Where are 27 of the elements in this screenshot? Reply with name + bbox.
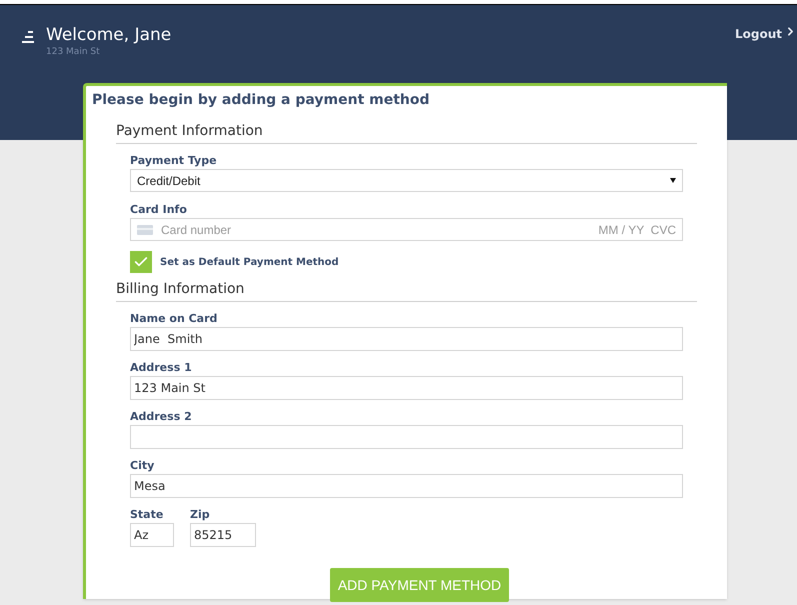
field-label: Card Info	[130, 204, 188, 215]
field-label: City	[130, 460, 156, 471]
credit-card-icon	[137, 224, 153, 234]
address-subtitle: 123 Main St	[46, 46, 101, 60]
menu-icon[interactable]	[22, 30, 34, 44]
field-label: Name on Card	[130, 313, 218, 324]
card-title: Please begin by adding a payment method	[92, 91, 431, 110]
field-label: State	[130, 509, 164, 520]
section-heading: Billing Information	[116, 279, 697, 302]
field-label: Payment Type	[130, 155, 218, 166]
dropdown-caret-icon	[670, 178, 676, 183]
state-field[interactable]: Az	[130, 523, 174, 547]
card-number-input[interactable]: Card number	[161, 220, 590, 238]
section-heading: Payment Information	[116, 121, 697, 144]
field-label: Address 1	[130, 362, 193, 373]
payment-type-select[interactable]: Credit/Debit	[130, 169, 683, 192]
field-label: Zip	[190, 509, 211, 520]
logout-link[interactable]: Logout	[734, 25, 797, 140]
welcome-title: Welcome, Jane	[46, 25, 172, 46]
field-label: Address 2	[130, 411, 193, 422]
text-field[interactable]: 123 Main St	[130, 376, 683, 400]
checkbox-label: Set as Default Payment Method	[160, 256, 339, 270]
text-field[interactable]: Mesa	[130, 474, 683, 498]
zip-field[interactable]: 85215	[190, 523, 256, 547]
default-checkbox[interactable]	[130, 251, 152, 273]
text-field[interactable]	[130, 425, 683, 449]
expiry-cvc-placeholder: MM / YY CVC	[598, 222, 676, 238]
